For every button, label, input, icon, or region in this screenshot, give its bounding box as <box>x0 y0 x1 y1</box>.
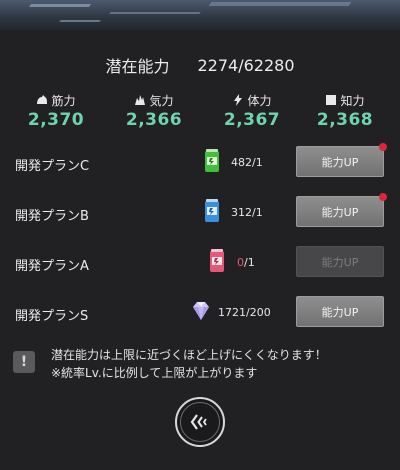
required-count: /1 <box>244 256 255 269</box>
potential-label: 潜在能力 <box>105 57 170 76</box>
pink-drink-icon <box>209 249 225 273</box>
stat-label: 知力 <box>340 93 365 108</box>
muscle-icon <box>36 94 48 106</box>
notification-badge <box>379 193 387 201</box>
item-count: 312/1 <box>231 206 263 219</box>
item-count: 482/1 <box>231 156 263 169</box>
stat-value: 2,367 <box>223 110 281 130</box>
owned-count: 0 <box>237 256 244 269</box>
ability-up-button-c[interactable]: 能力UP <box>296 143 387 177</box>
flame-icon <box>134 94 146 106</box>
diamond-icon <box>189 299 213 323</box>
plan-name: 開発プランC <box>15 159 90 174</box>
stat-label: 体力 <box>247 93 272 108</box>
info-note: ! 潜在能力は上限に近づくほど上げにくくなります！ ※統率Lv.に比例して上限が… <box>13 345 388 383</box>
back-button[interactable] <box>175 397 225 447</box>
item-count: 0/1 <box>237 256 255 269</box>
ability-up-button-b[interactable]: 能力UP <box>296 193 387 227</box>
note-line-2: ※統率Lv.に比例して上限が上がります <box>51 366 258 380</box>
note-line-1: 潜在能力は上限に近づくほど上げにくくなります！ <box>51 348 327 362</box>
ability-up-button-s[interactable]: 能力UP <box>296 296 384 327</box>
stat-value: 2,370 <box>27 110 85 130</box>
button-label: 能力UP <box>321 305 359 319</box>
plan-row-b: 開発プランB 312/1 能力UP <box>0 193 400 230</box>
plan-row-c: 開発プランC 482/1 能力UP <box>0 143 400 180</box>
stat-spirit: 気力 2,366 <box>114 92 194 131</box>
blue-drink-icon <box>204 199 220 223</box>
stat-label: 気力 <box>149 93 174 108</box>
stat-strength: 筋力 2,370 <box>16 92 96 131</box>
stat-value: 2,366 <box>125 110 183 130</box>
plan-name: 開発プランS <box>15 309 89 324</box>
back-icon <box>180 402 220 442</box>
stat-stamina: 体力 2,367 <box>212 92 292 131</box>
exclamation-icon: ! <box>13 351 35 373</box>
plan-row-s: 開発プランS 1721/200 能力UP <box>0 296 400 330</box>
stat-intellect: 知力 2,368 <box>305 92 385 131</box>
plan-row-a: 開発プランA 0/1 能力UP <box>0 246 400 280</box>
background-banner <box>0 0 400 30</box>
bolt-icon <box>232 94 244 106</box>
button-label: 能力UP <box>321 205 359 219</box>
square-icon <box>325 94 337 106</box>
stat-label: 筋力 <box>51 93 76 108</box>
plan-name: 開発プランA <box>15 259 89 274</box>
item-count: 1721/200 <box>218 306 271 319</box>
ability-up-button-a[interactable]: 能力UP <box>296 246 384 277</box>
plan-name: 開発プランB <box>15 209 89 224</box>
stat-panel: 筋力 2,370 気力 2,366 体力 2,367 知力 2,368 <box>0 92 400 136</box>
button-label: 能力UP <box>321 255 359 269</box>
potential-summary: 潜在能力 2274/62280 <box>0 53 400 77</box>
green-drink-icon <box>204 149 220 173</box>
button-label: 能力UP <box>321 155 359 169</box>
notification-badge <box>379 143 387 151</box>
potential-value: 2274/62280 <box>197 55 295 75</box>
stat-value: 2,368 <box>316 110 374 130</box>
